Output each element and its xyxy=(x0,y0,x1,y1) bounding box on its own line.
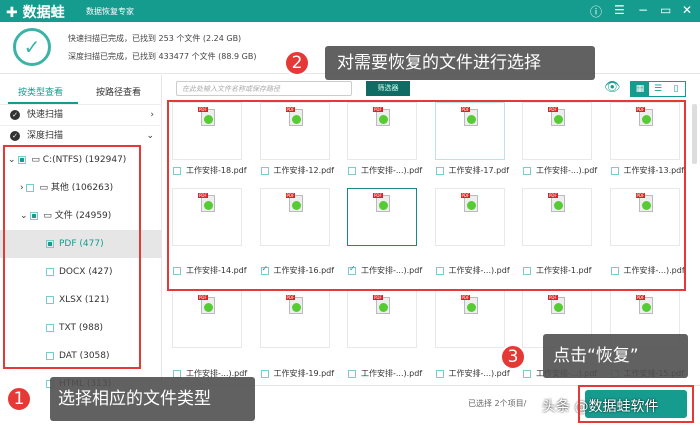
preview-eye-icon[interactable]: 👁 xyxy=(604,80,621,95)
scrollbar[interactable] xyxy=(692,104,697,164)
check-icon: ✓ xyxy=(10,131,20,141)
step-3-badge: 3 xyxy=(500,344,526,370)
file-card[interactable] xyxy=(172,290,242,348)
chevron-right-icon: › xyxy=(150,110,154,120)
tab-by-path[interactable]: 按路径查看 xyxy=(96,85,141,98)
pdf-file-icon xyxy=(373,295,390,314)
callout-1: 选择相应的文件类型 xyxy=(50,377,255,421)
file-checkbox[interactable] xyxy=(435,369,444,378)
tab-by-type[interactable]: 按类型查看 xyxy=(18,85,63,98)
file-checkbox[interactable] xyxy=(348,369,356,378)
file-item[interactable]: 工作安排-...).pdf xyxy=(348,368,422,379)
step-1-badge: 1 xyxy=(6,386,32,412)
callout-2: 对需要恢复的文件进行选择 xyxy=(325,46,595,80)
pdf-file-icon xyxy=(635,295,653,314)
menu-icon[interactable]: ☰ xyxy=(614,3,625,17)
quick-scan-item[interactable]: ✓ 快速扫描 › xyxy=(0,104,162,125)
annotation-box-3 xyxy=(578,385,694,423)
file-item[interactable]: 工作安排-19.pdf xyxy=(260,368,335,379)
file-item[interactable]: 工作安排-...).pdf xyxy=(435,368,510,379)
title-bar: ✚ 数据蛙 数据恢复专家 ⓘ ☰ − ▭ ✕ xyxy=(0,0,700,22)
detail-view-icon[interactable]: ▯ xyxy=(667,82,685,96)
pdf-file-icon xyxy=(285,295,303,314)
file-card[interactable] xyxy=(259,290,330,348)
filter-button[interactable]: 筛选器 xyxy=(366,81,410,96)
list-view-icon[interactable]: ☰ xyxy=(649,82,667,96)
view-switcher: ▦ ☰ ▯ xyxy=(630,81,686,97)
file-name: 工作安排-...).pdf xyxy=(361,369,423,378)
app-logo: ✚ 数据蛙 xyxy=(6,5,65,21)
callout-3: 点击“恢复” xyxy=(543,334,688,378)
app-subtitle: 数据恢复专家 xyxy=(86,7,134,16)
grid-view-icon[interactable]: ▦ xyxy=(631,82,649,96)
annotation-box-1 xyxy=(3,145,141,369)
file-name: 工作安排-...).pdf xyxy=(448,369,510,378)
pdf-file-icon xyxy=(548,295,565,314)
maximize-icon[interactable]: ▭ xyxy=(660,3,671,17)
pdf-file-icon xyxy=(460,295,478,314)
file-card[interactable] xyxy=(434,290,505,348)
file-card[interactable] xyxy=(347,290,417,348)
chevron-down-icon: ⌄ xyxy=(146,131,154,141)
check-icon: ✓ xyxy=(10,110,20,120)
help-icon[interactable]: ⓘ xyxy=(590,3,602,20)
step-2-badge: 2 xyxy=(284,50,310,76)
deep-scan-item[interactable]: ✓ 深度扫描 ⌄ xyxy=(0,125,162,146)
deep-scan-label: 深度扫描 xyxy=(27,131,64,141)
annotation-box-2 xyxy=(167,100,686,291)
minimize-icon[interactable]: − xyxy=(638,3,648,17)
quick-scan-result: 快速扫描已完成，已找到 253 个文件 (2.24 GB) xyxy=(68,34,242,43)
search-input[interactable]: 在此处输入文件名称或保存路径 xyxy=(176,81,352,96)
app-name: 数据蛙 xyxy=(22,5,65,21)
close-icon[interactable]: ✕ xyxy=(682,3,692,17)
pdf-file-icon xyxy=(198,295,215,314)
file-checkbox[interactable] xyxy=(523,369,531,378)
file-name: 工作安排-19.pdf xyxy=(273,369,335,378)
quick-scan-label: 快速扫描 xyxy=(27,110,64,120)
file-checkbox[interactable] xyxy=(260,369,269,378)
selection-status: 已选择 2个项目/ xyxy=(468,399,527,408)
scan-complete-icon: ✓ xyxy=(13,28,51,66)
deep-scan-result: 深度扫描已完成，已找到 433477 个文件 (88.9 GB) xyxy=(68,52,257,61)
